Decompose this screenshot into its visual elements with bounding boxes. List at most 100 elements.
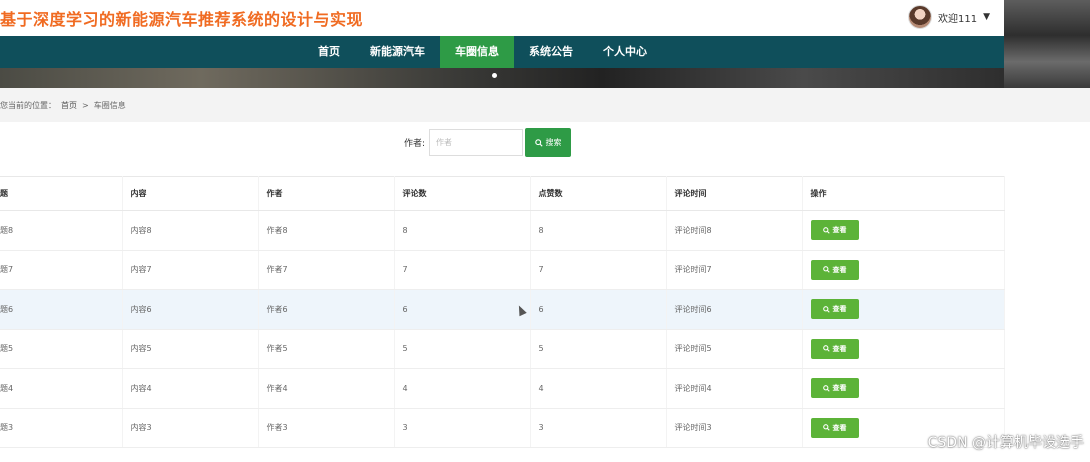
- cell-actions: 查看: [802, 329, 1005, 369]
- cell-comment-time: 评论时间8: [666, 210, 803, 251]
- search-button-label[interactable]: 搜索: [546, 137, 562, 148]
- nav-item-new-energy-cars[interactable]: 新能源汽车: [355, 36, 440, 68]
- table-row: 题6 内容6 作者6 6 6 评论时间6 查看: [0, 289, 1005, 330]
- breadcrumb-separator: >: [82, 100, 89, 110]
- header-author: 作者: [258, 176, 395, 211]
- cell-actions: 查看: [802, 250, 1005, 290]
- view-button-label[interactable]: 查看: [833, 423, 847, 433]
- cell-comments: 7: [394, 250, 531, 290]
- cell-content: 内容7: [122, 250, 259, 290]
- header-actions: 操作: [802, 176, 1005, 211]
- cell-content: 内容6: [122, 289, 259, 330]
- header-comment-time: 评论时间: [666, 176, 803, 211]
- header-comments: 评论数: [394, 176, 531, 211]
- view-button-label[interactable]: 查看: [833, 344, 847, 354]
- search-bar: 作者: 搜索: [404, 128, 572, 157]
- cell-content: 内容3: [122, 408, 259, 448]
- header-title: 题: [0, 176, 123, 211]
- banner-image: [0, 68, 1004, 88]
- cell-comments: 5: [394, 329, 531, 369]
- search-icon: [822, 266, 830, 273]
- view-button[interactable]: 查看: [810, 259, 859, 280]
- search-icon: [822, 384, 830, 392]
- search-label: 作者:: [404, 139, 426, 149]
- cell-title: 题5: [0, 329, 123, 369]
- welcome-text[interactable]: 欢迎111: [938, 10, 977, 25]
- cell-author: 作者6: [258, 289, 395, 330]
- nav-item-home[interactable]: 首页: [303, 36, 355, 68]
- view-button[interactable]: 查看: [810, 378, 859, 399]
- cell-comments: 8: [394, 210, 531, 251]
- table-row: 题7 内容7 作者7 7 7 评论时间7 查看: [0, 250, 1005, 290]
- car-circle-table: 题 内容 作者 评论数 点赞数 评论时间 操作 题8 内容8 作者8 8 8 评论时间8 查…: [0, 176, 1005, 448]
- table-row: 题4 内容4 作者4 4 4 评论时间4 查看: [0, 368, 1005, 409]
- view-button-label[interactable]: 查看: [833, 265, 847, 275]
- cell-likes: 8: [530, 210, 667, 251]
- cell-actions: 查看: [802, 368, 1005, 409]
- watermark: CSDN @计算机毕设选手: [927, 435, 1084, 451]
- header: 基于深度学习的新能源汽车推荐系统的设计与实现 欢迎111 ▼: [0, 0, 1004, 36]
- search-icon: [822, 305, 830, 313]
- cell-author: 作者4: [258, 368, 395, 409]
- view-button-label[interactable]: 查看: [833, 383, 847, 393]
- cell-actions: 查看: [802, 210, 1005, 251]
- search-icon: [822, 424, 830, 431]
- view-button[interactable]: 查看: [810, 338, 859, 359]
- cell-comment-time: 评论时间4: [666, 368, 803, 409]
- chevron-down-icon[interactable]: ▼: [983, 12, 990, 22]
- main-nav: 首页 新能源汽车 车圈信息 系统公告 个人中心: [0, 36, 1004, 68]
- breadcrumb: 您当前的位置： 首页 > 车圈信息: [0, 88, 1090, 122]
- cell-comment-time: 评论时间6: [666, 289, 803, 330]
- cell-title: 题7: [0, 250, 123, 290]
- view-button[interactable]: 查看: [810, 417, 859, 438]
- cell-actions: 查看: [802, 289, 1005, 330]
- cell-likes: 6: [530, 289, 667, 330]
- header-content: 内容: [122, 176, 259, 211]
- header-likes: 点赞数: [530, 176, 667, 211]
- cell-title: 题3: [0, 408, 123, 448]
- cell-author: 作者8: [258, 210, 395, 251]
- table-row: 题5 内容5 作者5 5 5 评论时间5 查看: [0, 329, 1005, 369]
- cell-comment-time: 评论时间7: [666, 250, 803, 290]
- view-button-label[interactable]: 查看: [833, 225, 847, 235]
- cell-title: 题4: [0, 368, 123, 409]
- banner-image-edge: [1004, 0, 1090, 88]
- cell-likes: 5: [530, 329, 667, 369]
- cell-content: 内容8: [122, 210, 259, 251]
- user-menu[interactable]: 欢迎111 ▼: [907, 5, 990, 29]
- cell-content: 内容4: [122, 368, 259, 409]
- cell-author: 作者3: [258, 408, 395, 448]
- view-button-label[interactable]: 查看: [833, 304, 847, 314]
- cell-likes: 3: [530, 408, 667, 448]
- site-title: 基于深度学习的新能源汽车推荐系统的设计与实现: [0, 10, 364, 29]
- carousel-dot[interactable]: [492, 73, 497, 78]
- search-icon: [822, 226, 830, 234]
- view-button[interactable]: 查看: [810, 220, 859, 241]
- cell-author: 作者5: [258, 329, 395, 369]
- table-header-row: 题 内容 作者 评论数 点赞数 评论时间 操作: [0, 176, 1005, 211]
- search-input[interactable]: [429, 129, 524, 156]
- search-icon: [822, 345, 830, 352]
- cell-title: 题6: [0, 289, 123, 330]
- cell-comment-time: 评论时间3: [666, 408, 803, 448]
- nav-item-announcements[interactable]: 系统公告: [514, 36, 588, 68]
- cell-likes: 4: [530, 368, 667, 409]
- table-row: 题8 内容8 作者8 8 8 评论时间8 查看: [0, 210, 1005, 251]
- search-icon: [534, 138, 543, 147]
- nav-item-car-circle[interactable]: 车圈信息: [440, 36, 514, 68]
- cell-comments: 3: [394, 408, 531, 448]
- cell-comments: 6: [394, 289, 531, 330]
- cell-author: 作者7: [258, 250, 395, 290]
- cell-content: 内容5: [122, 329, 259, 369]
- view-button[interactable]: 查看: [810, 299, 859, 320]
- table-row: 题3 内容3 作者3 3 3 评论时间3 查看: [0, 408, 1005, 448]
- search-button[interactable]: 搜索: [525, 128, 572, 157]
- cell-likes: 7: [530, 250, 667, 290]
- cell-comment-time: 评论时间5: [666, 329, 803, 369]
- breadcrumb-prefix: 您当前的位置：: [0, 100, 56, 110]
- cell-comments: 4: [394, 368, 531, 409]
- avatar[interactable]: [907, 5, 932, 29]
- breadcrumb-current: 车圈信息: [93, 100, 126, 110]
- nav-item-personal-center[interactable]: 个人中心: [588, 36, 662, 68]
- breadcrumb-home-link[interactable]: 首页: [61, 100, 77, 111]
